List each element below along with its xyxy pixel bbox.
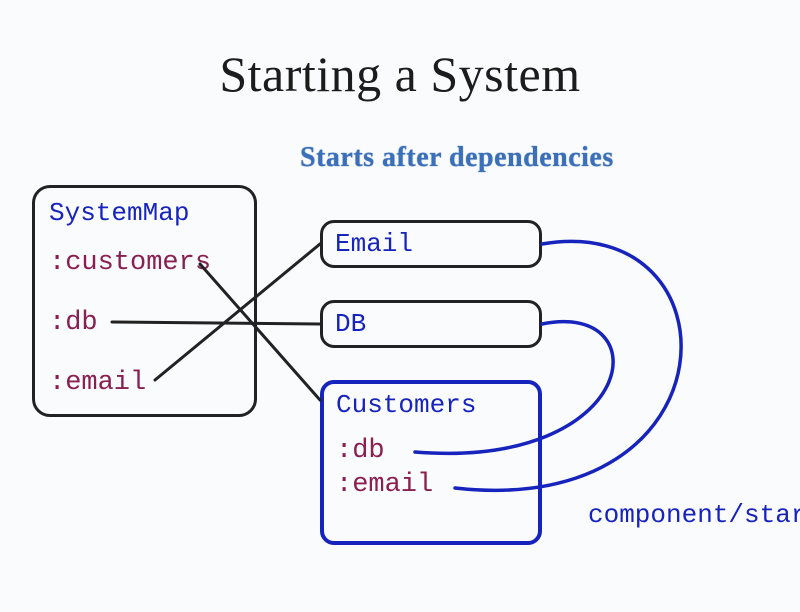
component-customers-deps: :db :email	[336, 434, 433, 502]
footer-label: component/start	[588, 500, 800, 530]
systemmap-key-customers: :customers	[49, 248, 211, 278]
component-email-label: Email	[335, 229, 413, 259]
component-db-box: DB	[320, 300, 542, 348]
customers-dep-db: :db	[336, 434, 433, 468]
component-db-label: DB	[335, 309, 366, 339]
subtitle-annotation: Starts after dependencies	[300, 142, 614, 174]
component-customers-label: Customers	[336, 390, 476, 420]
customers-dep-email: :email	[336, 468, 433, 502]
systemmap-key-email: :email	[49, 368, 146, 398]
component-customers-box: Customers :db :email	[320, 380, 542, 545]
page-title: Starting a System	[0, 45, 800, 103]
systemmap-box: SystemMap :customers :db :email	[32, 185, 257, 417]
component-email-box: Email	[320, 220, 542, 268]
systemmap-heading: SystemMap	[49, 198, 189, 228]
systemmap-key-db: :db	[49, 308, 98, 338]
